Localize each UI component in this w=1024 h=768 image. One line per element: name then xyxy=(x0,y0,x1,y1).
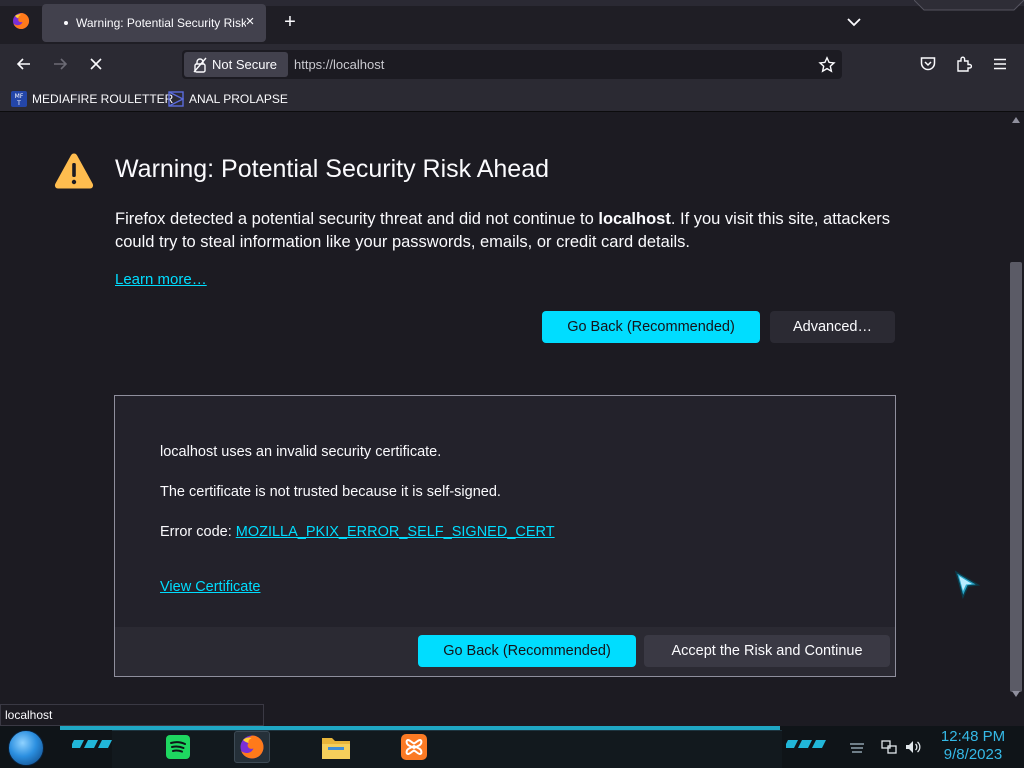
app-menu-button[interactable] xyxy=(990,54,1010,74)
accept-risk-continue-button[interactable]: Accept the Risk and Continue xyxy=(644,635,890,667)
bookmark-label: ANAL PROLAPSE xyxy=(189,92,288,106)
view-certificate-link[interactable]: View Certificate xyxy=(160,579,260,595)
network-icon[interactable] xyxy=(880,738,898,756)
insecure-lock-icon xyxy=(193,57,207,73)
advanced-panel-footer: Go Back (Recommended) Accept the Risk an… xyxy=(115,627,895,676)
taskbar-chevron-decoration-right xyxy=(786,740,826,748)
taskbar-chevron-decoration-left xyxy=(72,740,112,748)
warning-description: Firefox detected a potential security th… xyxy=(115,208,895,254)
view-certificate-row: View Certificate xyxy=(160,579,260,595)
system-clock[interactable]: 12:48 PM 9/8/2023 xyxy=(930,728,1016,764)
bookmark-anal-prolapse[interactable]: ANAL PROLAPSE xyxy=(168,90,288,108)
advanced-button[interactable]: Advanced… xyxy=(770,311,895,343)
forward-arrow-icon xyxy=(54,58,68,70)
taskbar-firefox[interactable] xyxy=(234,731,270,763)
tab-title: Warning: Potential Security Risk Ahead xyxy=(76,16,246,30)
extensions-button[interactable] xyxy=(954,54,974,74)
not-secure-label: Not Secure xyxy=(212,57,278,72)
navigation-toolbar: Not Secure https://localhost xyxy=(0,44,1024,84)
error-code-prefix: Error code: xyxy=(160,524,236,540)
link-status-tooltip: localhost xyxy=(0,704,264,726)
identity-box-not-secure[interactable]: Not Secure xyxy=(184,52,288,77)
clock-date: 9/8/2023 xyxy=(943,746,1003,763)
firefox-menu-icon[interactable] xyxy=(12,12,30,30)
hamburger-menu-icon xyxy=(994,58,1006,70)
url-text[interactable]: https://localhost xyxy=(294,57,384,72)
mediafire-icon: MF T xyxy=(11,91,27,107)
error-code-line: Error code: MOZILLA_PKIX_ERROR_SELF_SIGN… xyxy=(160,524,555,540)
scrollbar-thumb[interactable] xyxy=(1010,262,1022,692)
svg-text:T: T xyxy=(16,100,21,107)
intro-text-before: Firefox detected a potential security th… xyxy=(115,210,599,228)
go-back-recommended-button-secondary[interactable]: Go Back (Recommended) xyxy=(418,635,636,667)
scroll-down-arrow-icon[interactable] xyxy=(1012,691,1020,697)
tab-close-icon[interactable]: × xyxy=(242,14,258,30)
bookmark-label: MEDIAFIRE ROULETTER xyxy=(32,92,174,106)
taskbar-app-band xyxy=(112,730,782,768)
page-title: Warning: Potential Security Risk Ahead xyxy=(115,155,550,183)
back-button[interactable] xyxy=(14,54,34,74)
pocket-button[interactable] xyxy=(918,54,938,74)
spotify-icon xyxy=(166,735,190,759)
self-signed-text: The certificate is not trusted because i… xyxy=(160,484,501,500)
page-scrollbar[interactable] xyxy=(1008,113,1024,704)
bookmark-favicon xyxy=(168,91,184,107)
pocket-icon xyxy=(920,57,936,71)
list-all-tabs-chevron-icon[interactable] xyxy=(844,12,864,32)
bookmarks-toolbar: MF T MEDIAFIRE ROULETTER ANAL PROLAPSE xyxy=(0,84,1024,112)
xampp-icon xyxy=(401,734,427,760)
new-tab-button[interactable]: + xyxy=(280,12,300,32)
taskbar-xampp[interactable] xyxy=(396,731,432,763)
start-button[interactable] xyxy=(8,730,44,766)
file-explorer-icon xyxy=(322,738,350,759)
forward-button[interactable] xyxy=(50,54,70,74)
svg-text:MF: MF xyxy=(15,93,24,100)
bookmark-star-icon[interactable] xyxy=(818,56,836,74)
tab-loading-dot xyxy=(64,21,68,25)
url-bar[interactable]: Not Secure https://localhost xyxy=(182,50,842,79)
puzzle-piece-icon xyxy=(957,56,973,72)
scroll-up-arrow-icon[interactable] xyxy=(1012,117,1020,123)
stop-x-icon xyxy=(90,58,102,70)
taskbar-spotify[interactable] xyxy=(160,731,196,763)
back-arrow-icon xyxy=(16,58,30,70)
go-back-recommended-button[interactable]: Go Back (Recommended) xyxy=(542,311,760,343)
show-hidden-icons-icon[interactable] xyxy=(848,738,866,756)
firefox-icon xyxy=(240,735,264,759)
browser-titlebar: Warning: Potential Security Risk Ahead ×… xyxy=(0,0,1024,44)
window-frame-decoration xyxy=(914,0,1024,11)
invalid-cert-text: localhost uses an invalid security certi… xyxy=(160,444,442,460)
mouse-cursor-icon xyxy=(954,570,980,600)
error-code-link[interactable]: MOZILLA_PKIX_ERROR_SELF_SIGNED_CERT xyxy=(236,524,555,540)
stop-loading-button[interactable] xyxy=(86,54,106,74)
volume-icon[interactable] xyxy=(904,738,922,756)
warning-triangle-icon xyxy=(54,153,94,189)
bookmark-mediafire-rouletter[interactable]: MF T MEDIAFIRE ROULETTER xyxy=(11,90,173,108)
clock-time: 12:48 PM xyxy=(940,728,1006,745)
intro-host: localhost xyxy=(598,210,671,228)
learn-more-link[interactable]: Learn more… xyxy=(115,271,207,288)
tab-security-warning[interactable]: Warning: Potential Security Risk Ahead × xyxy=(42,4,266,42)
taskbar-file-explorer[interactable] xyxy=(318,731,354,763)
taskbar xyxy=(0,726,1024,768)
advanced-info-panel: localhost uses an invalid security certi… xyxy=(114,395,896,677)
